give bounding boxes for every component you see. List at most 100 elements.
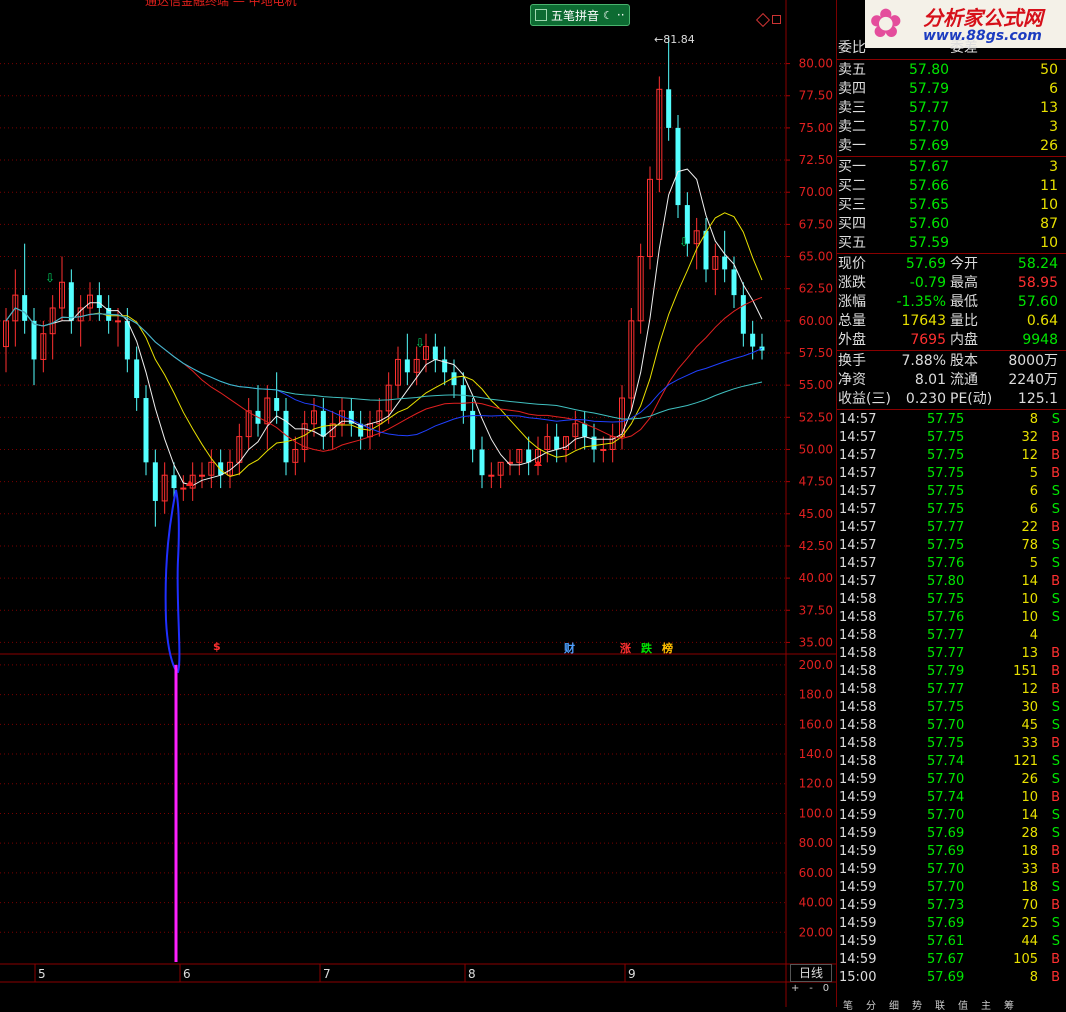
- bottom-tab[interactable]: 值: [958, 997, 968, 1012]
- tick-price: 57.73: [927, 898, 965, 913]
- tick-row[interactable]: 14:58 57.75 33 B: [837, 735, 1066, 753]
- bottom-tab[interactable]: 分: [866, 997, 876, 1012]
- tick-time: 14:59: [839, 862, 877, 877]
- chart-canvas[interactable]: 80.00 77.50 75.00 72.50 70.00 67.50 65.00 62.50…: [0, 0, 836, 1007]
- tick-row[interactable]: 14:58 57.79 151 B: [837, 663, 1066, 681]
- tick-row[interactable]: 14:59 57.69 28 S: [837, 825, 1066, 843]
- event-marker-finance[interactable]: 财: [563, 640, 576, 656]
- tick-side: B: [1051, 646, 1060, 661]
- square-icon[interactable]: [772, 15, 781, 24]
- stat-row: 现价 57.69 今开 58.24: [837, 255, 1066, 274]
- tick-row[interactable]: 14:57 57.75 8 S: [837, 411, 1066, 429]
- price-tick-label: 47.50: [799, 475, 833, 489]
- tick-time: 14:57: [839, 556, 877, 571]
- tick-row[interactable]: 14:59 57.67 105 B: [837, 951, 1066, 969]
- tick-price: 57.77: [927, 520, 965, 535]
- tick-row[interactable]: 14:59 57.73 70 B: [837, 897, 1066, 915]
- tick-row[interactable]: 14:59 57.69 18 B: [837, 843, 1066, 861]
- tick-volume: 6: [1029, 502, 1038, 517]
- tick-row[interactable]: 14:59 57.61 44 S: [837, 933, 1066, 951]
- tick-side: B: [1051, 466, 1060, 481]
- tick-time: 14:57: [839, 520, 877, 535]
- bid-label: 买一: [838, 159, 866, 175]
- bottom-tab[interactable]: 势: [912, 997, 922, 1012]
- tick-row[interactable]: 14:59 57.70 26 S: [837, 771, 1066, 789]
- tick-time: 14:58: [839, 754, 877, 769]
- price-tick-label: 57.50: [799, 346, 833, 360]
- bottom-tab[interactable]: 笔: [843, 997, 853, 1012]
- event-marker-ranking[interactable]: 榜: [661, 640, 674, 656]
- zoom-reset-button[interactable]: 0: [823, 983, 829, 997]
- tick-price: 57.61: [927, 934, 965, 949]
- tick-row[interactable]: 14:57 57.75 12 B: [837, 447, 1066, 465]
- tick-row[interactable]: 14:58 57.74 121 S: [837, 753, 1066, 771]
- tick-row[interactable]: 14:58 57.77 4: [837, 627, 1066, 645]
- tick-side: B: [1051, 790, 1060, 805]
- tick-volume: 28: [1021, 826, 1038, 841]
- tick-row[interactable]: 15:00 57.69 8 B: [837, 969, 1066, 987]
- tick-time: 14:58: [839, 700, 877, 715]
- bottom-tab[interactable]: 筹: [1004, 997, 1014, 1012]
- price-tick-label: 37.50: [799, 603, 833, 617]
- ma10-line: [5, 212, 763, 478]
- tick-price: 57.74: [927, 754, 965, 769]
- candle-body: [666, 89, 672, 128]
- stat-value-2: 9948: [1022, 332, 1058, 348]
- period-selector[interactable]: 日线: [790, 964, 832, 982]
- price-tick-label: 62.50: [799, 282, 833, 296]
- ask-label: 卖四: [838, 81, 866, 97]
- tick-row[interactable]: 14:57 57.75 5 B: [837, 465, 1066, 483]
- tick-row[interactable]: 14:59 57.69 25 S: [837, 915, 1066, 933]
- tick-volume: 6: [1029, 484, 1038, 499]
- tick-row[interactable]: 14:57 57.77 22 B: [837, 519, 1066, 537]
- tick-time: 14:59: [839, 880, 877, 895]
- tick-side: S: [1051, 556, 1060, 571]
- candle-body: [31, 320, 37, 360]
- bottom-tabs[interactable]: 笔分细势联值主筹: [837, 997, 1066, 1012]
- bottom-tab[interactable]: 主: [981, 997, 991, 1012]
- tick-row[interactable]: 14:58 57.77 13 B: [837, 645, 1066, 663]
- tick-row[interactable]: 14:59 57.70 14 S: [837, 807, 1066, 825]
- stat-label-2: 量比: [950, 313, 978, 329]
- candle-body: [320, 410, 326, 437]
- moon-icon[interactable]: ☾: [603, 9, 613, 22]
- info-value-2: 2240万: [1008, 372, 1058, 388]
- zoom-out-button[interactable]: -: [809, 983, 813, 997]
- tick-row[interactable]: 14:57 57.75 78 S: [837, 537, 1066, 555]
- zoom-in-button[interactable]: +: [791, 983, 799, 997]
- tick-side: B: [1051, 430, 1060, 445]
- tick-row[interactable]: 14:58 57.77 12 B: [837, 681, 1066, 699]
- tick-row[interactable]: 14:58 57.76 10 S: [837, 609, 1066, 627]
- event-marker-limit-down[interactable]: 跌: [640, 640, 653, 656]
- tick-price: 57.70: [927, 880, 965, 895]
- ime-toolbar[interactable]: 五笔拼音 ☾ ··: [530, 4, 630, 26]
- event-marker-dollar[interactable]: $: [212, 640, 222, 653]
- tick-row[interactable]: 14:58 57.75 30 S: [837, 699, 1066, 717]
- tick-row[interactable]: 14:57 57.76 5 S: [837, 555, 1066, 573]
- order-ratio-label: 委比: [838, 40, 866, 56]
- zoom-controls[interactable]: + - 0: [786, 983, 834, 997]
- tick-row[interactable]: 14:57 57.80 14 B: [837, 573, 1066, 591]
- tick-row[interactable]: 14:58 57.70 45 S: [837, 717, 1066, 735]
- tick-row[interactable]: 14:58 57.75 10 S: [837, 591, 1066, 609]
- tick-row[interactable]: 14:59 57.74 10 B: [837, 789, 1066, 807]
- tick-row[interactable]: 14:57 57.75 32 B: [837, 429, 1066, 447]
- kline-chart[interactable]: 80.00 77.50 75.00 72.50 70.00 67.50 65.00 62.50…: [0, 0, 836, 1007]
- tick-row[interactable]: 14:57 57.75 6 S: [837, 483, 1066, 501]
- dots-icon[interactable]: ··: [617, 8, 625, 22]
- candle-body: [199, 474, 205, 477]
- tick-volume: 105: [1013, 952, 1038, 967]
- stat-label: 外盘: [838, 332, 866, 348]
- price-tick-label: 45.00: [799, 507, 833, 521]
- date-label: 5: [38, 967, 46, 981]
- price-tick-label: 42.50: [799, 539, 833, 553]
- event-marker-limit-up[interactable]: 涨: [619, 640, 632, 656]
- stat-row: 外盘 7695 内盘 9948: [837, 331, 1066, 350]
- ask-label: 卖二: [838, 119, 866, 135]
- bottom-tab[interactable]: 联: [935, 997, 945, 1012]
- bottom-tab[interactable]: 细: [889, 997, 899, 1012]
- tick-row[interactable]: 14:59 57.70 33 B: [837, 861, 1066, 879]
- stat-label-2: 今开: [950, 256, 978, 272]
- tick-row[interactable]: 14:59 57.70 18 S: [837, 879, 1066, 897]
- tick-row[interactable]: 14:57 57.75 6 S: [837, 501, 1066, 519]
